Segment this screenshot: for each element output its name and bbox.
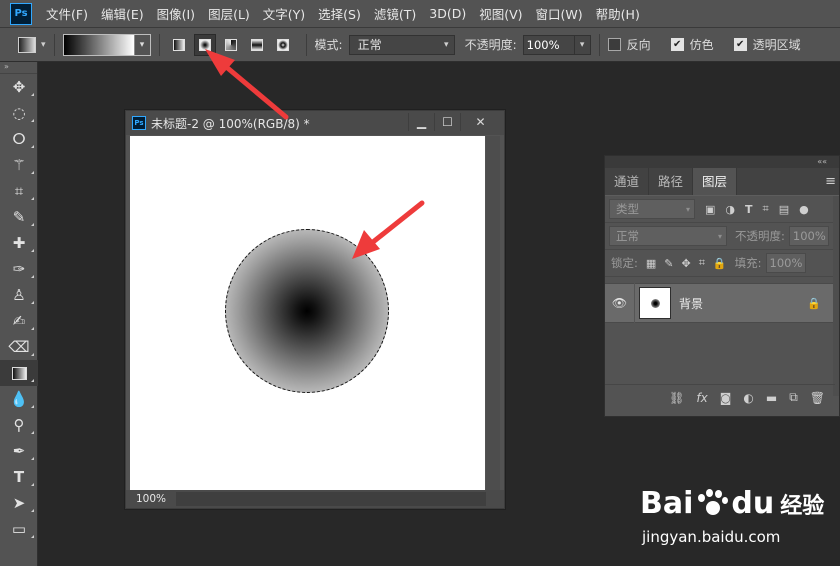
watermark-jingyan: 经验 (780, 493, 825, 519)
arrow-to-selection (352, 200, 425, 259)
watermark-url: jingyan.baidu.com (642, 528, 781, 546)
arrow-to-radial-button (205, 49, 289, 120)
watermark-brand: Bai (640, 486, 694, 521)
watermark-brand-du: du (731, 486, 775, 521)
baidu-paw-logo (695, 488, 729, 519)
baidu-jingyan-watermark: Bai du 经验 jingyan.baidu.com (640, 478, 830, 558)
